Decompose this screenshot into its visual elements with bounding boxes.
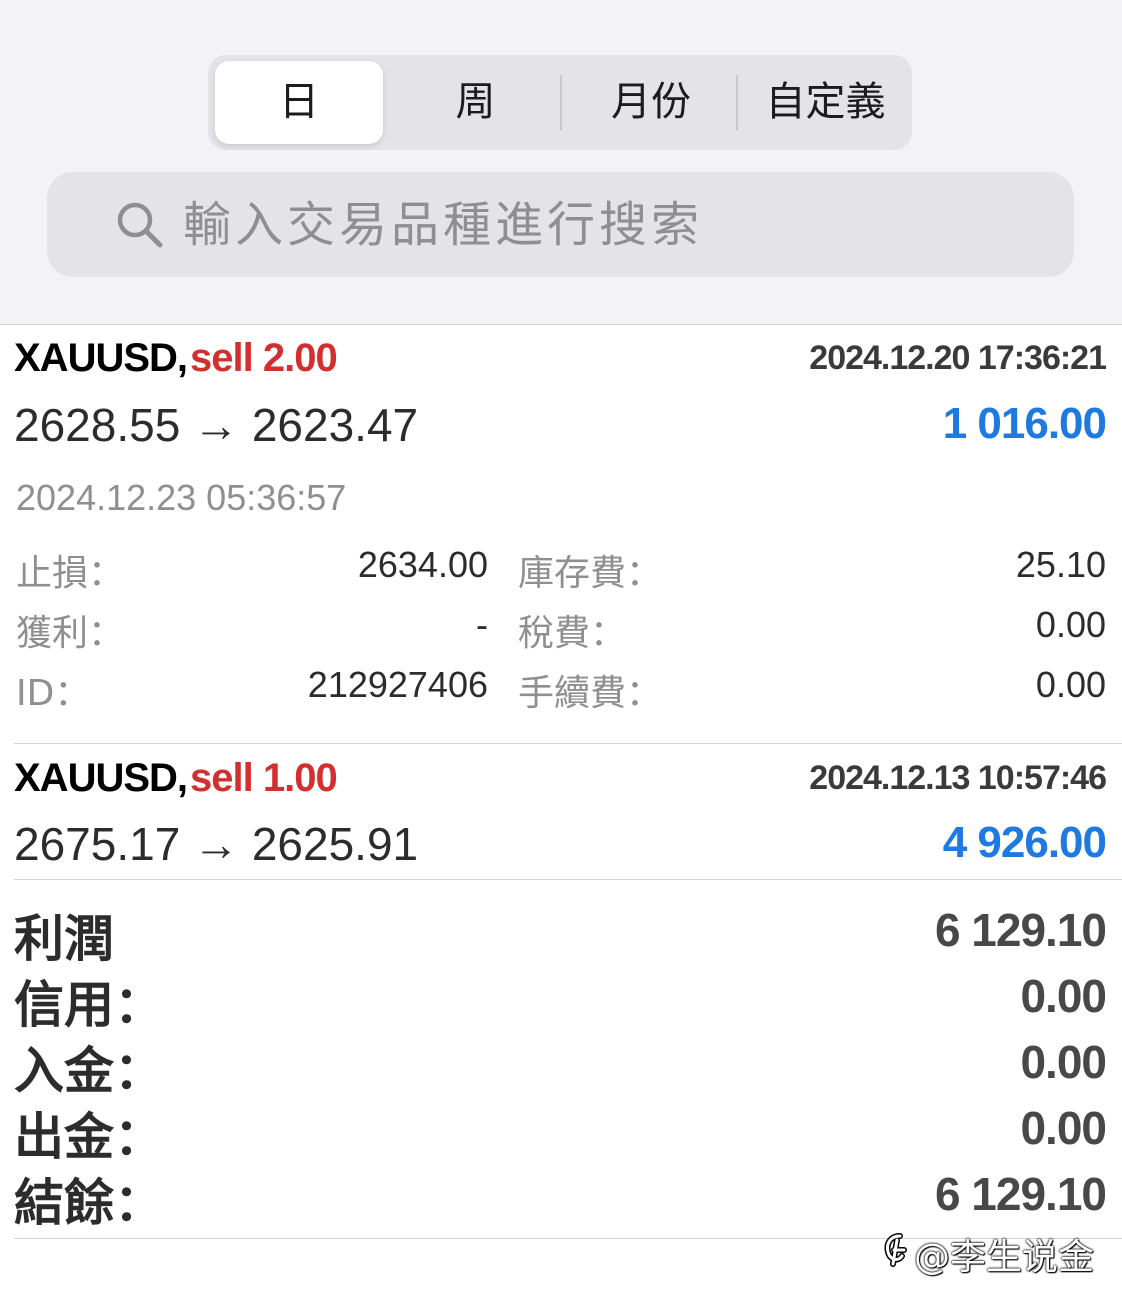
trade-side: sell 1.00: [190, 756, 338, 800]
swap-label: 庫存費：: [518, 553, 663, 594]
summary-profit-value: 6 129.10: [934, 904, 1107, 956]
trade-side: sell 2.00: [190, 336, 338, 380]
summary-credit-value: 0.00: [1020, 970, 1107, 1022]
trade-prices: 2628.55 → 2623.47: [14, 399, 419, 451]
trade-prices: 2675.17 → 2625.91: [14, 818, 419, 870]
search-input[interactable]: [183, 192, 1043, 258]
tax-value: 0.00: [1035, 604, 1106, 645]
header-area: 日 周 月份 自定義: [0, 0, 1122, 325]
watermark-logo-icon: [884, 1233, 907, 1267]
trade-symbol: XAUUSD,: [14, 756, 188, 800]
summary-profit-label: 利潤: [14, 910, 114, 968]
stop-loss-label: 止損：: [16, 553, 125, 594]
take-profit-value: -: [476, 604, 488, 645]
summary-credit-label: 信用：: [14, 976, 164, 1034]
take-profit-label: 獲利：: [16, 613, 125, 654]
summary-deposit-value: 0.00: [1020, 1036, 1107, 1088]
search-bar[interactable]: [47, 172, 1074, 277]
tab-day[interactable]: 日: [215, 61, 383, 144]
tab-custom[interactable]: 自定義: [739, 55, 912, 150]
trade-profit: 1 016.00: [942, 399, 1107, 448]
stop-loss-value: 2634.00: [357, 544, 488, 585]
search-icon: [117, 202, 163, 248]
id-label: ID：: [16, 673, 91, 714]
summary-balance-label: 結餘：: [14, 1174, 164, 1232]
trade-open-time: 2024.12.13 10:57:46: [809, 759, 1107, 797]
watermark: @李生说金: [914, 1237, 1095, 1278]
id-value: 212927406: [307, 664, 488, 705]
tab-divider: [560, 75, 562, 130]
summary-withdrawal-label: 出金：: [14, 1108, 164, 1166]
tax-label: 稅費：: [518, 613, 627, 654]
trade-open-time: 2024.12.20 17:36:21: [809, 339, 1107, 377]
summary-balance-value: 6 129.10: [934, 1168, 1107, 1220]
tab-divider: [736, 75, 738, 130]
trade-profit: 4 926.00: [942, 818, 1107, 867]
commission-label: 手續費：: [518, 673, 663, 714]
row-divider: [14, 743, 1122, 744]
trade-close-time: 2024.12.23 05:36:57: [16, 477, 347, 518]
tab-week[interactable]: 周: [388, 55, 563, 150]
commission-value: 0.00: [1035, 664, 1106, 705]
tab-month[interactable]: 月份: [563, 55, 739, 150]
summary-withdrawal-value: 0.00: [1020, 1102, 1107, 1154]
swap-value: 25.10: [1015, 544, 1106, 585]
trade-symbol: XAUUSD,: [14, 336, 188, 380]
row-divider: [14, 879, 1122, 880]
period-segmented-control: 日 周 月份 自定義: [208, 55, 912, 150]
summary-deposit-label: 入金：: [14, 1042, 164, 1100]
